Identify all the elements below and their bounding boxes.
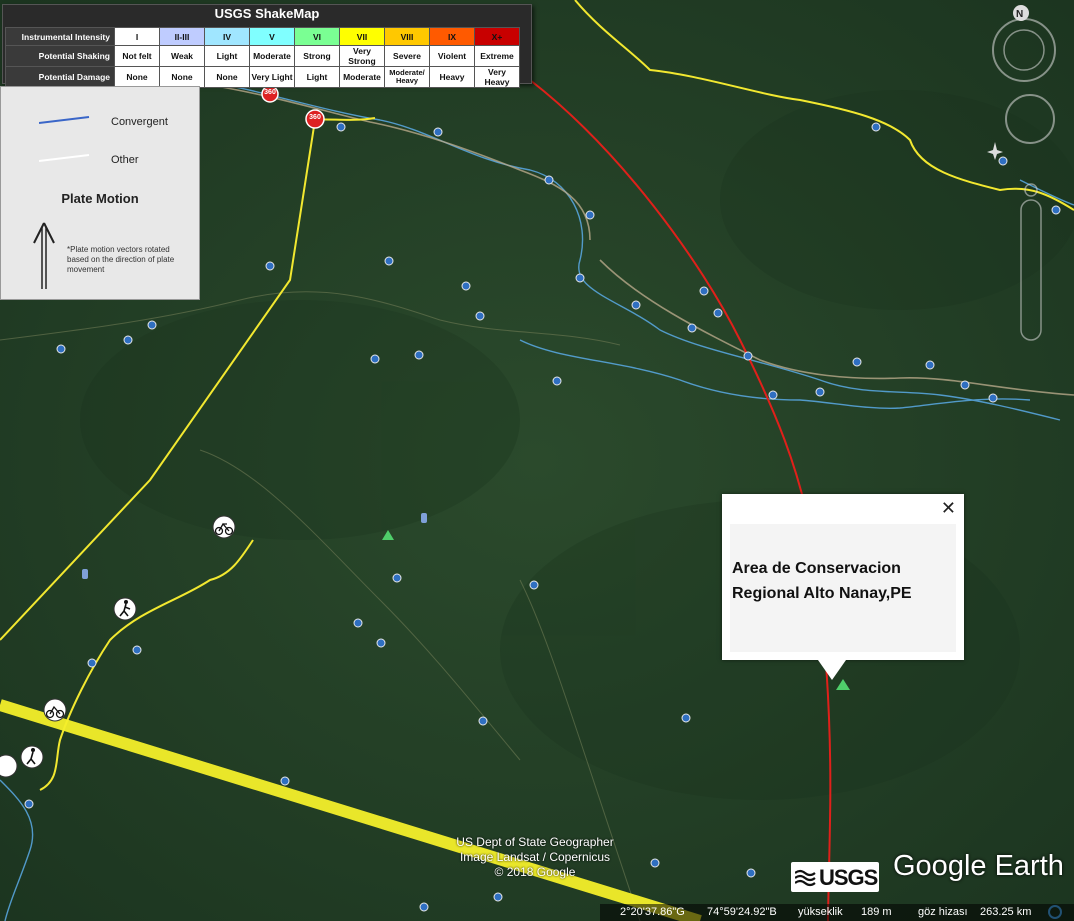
shaking-cell: Not felt: [114, 45, 160, 67]
status-bar: 2°20'37.86"G 74°59'24.92"B yükseklik 189…: [600, 904, 1074, 921]
place-info-popup: ✕ Area de Conservacion Regional Alto Nan…: [722, 494, 964, 680]
damage-cell: None: [159, 66, 205, 88]
other-label: Other: [111, 154, 139, 166]
bike-icon: [0, 754, 18, 778]
damage-cell: Moderate/ Heavy: [384, 66, 430, 88]
shakemap-legend: USGS ShakeMap Instrumental Intensity I I…: [2, 4, 532, 88]
bike-icon: [212, 515, 236, 539]
elevation-readout: 189 m: [861, 906, 892, 918]
damage-cell: Very Heavy: [474, 66, 520, 88]
intensity-cell: I: [114, 27, 160, 46]
popup-place-name: Area de Conservacion Regional Alto Nanay…: [732, 556, 958, 606]
convergent-line-swatch: [39, 116, 90, 124]
shaking-cell: Strong: [294, 45, 340, 67]
close-icon[interactable]: ✕: [941, 498, 956, 519]
row-label: Instrumental Intensity: [5, 27, 115, 46]
other-line-swatch: [39, 154, 90, 162]
usgs-logo: USGS: [791, 862, 879, 892]
shaking-cell: Moderate: [249, 45, 295, 67]
popup-pointer: [818, 660, 846, 680]
damage-cell: Moderate: [339, 66, 385, 88]
usgs-logo-text: USGS: [819, 865, 878, 890]
north-label: N: [1016, 9, 1023, 20]
road-shield-label: 360: [309, 114, 321, 121]
shaking-cell: Severe: [384, 45, 430, 67]
damage-cell: Very Light: [249, 66, 295, 88]
attribution-line-2: Image Landsat / Copernicus: [459, 850, 611, 864]
intensity-cell: VIII: [384, 27, 430, 46]
eye-altitude-readout: 263.25 km: [980, 906, 1032, 918]
latitude-readout: 2°20'37.86"G: [620, 906, 685, 918]
plate-motion-note: *Plate motion vectors rotated based on t…: [67, 245, 175, 274]
intensity-row: Instrumental Intensity I II-III IV V VI …: [5, 27, 520, 46]
popup-line-1: Area de Conservacion: [732, 560, 901, 577]
row-label: Potential Shaking: [5, 45, 115, 67]
popup-line-2: Regional Alto Nanay,PE: [732, 585, 912, 602]
damage-cell: Light: [294, 66, 340, 88]
shakemap-table: Instrumental Intensity I II-III IV V VI …: [5, 27, 520, 88]
hiker-icon: [20, 745, 44, 769]
shaking-cell: Light: [204, 45, 250, 67]
usgs-wave-icon: [795, 869, 816, 887]
row-label: Potential Damage: [5, 66, 115, 88]
shaking-cell: Violent: [429, 45, 475, 67]
damage-row: Potential Damage None None None Very Lig…: [5, 66, 520, 88]
plate-legend: Convergent Other Plate Motion *Plate mot…: [0, 86, 200, 300]
road-shield-label: 360: [264, 89, 276, 96]
hiker-icon: [113, 597, 137, 621]
damage-cell: Heavy: [429, 66, 475, 88]
attribution-line-1: US Dept of State Geographer: [456, 835, 614, 849]
bike-icon: [43, 698, 67, 722]
longitude-readout: 74°59'24.92"B: [707, 906, 777, 918]
shaking-cell: Extreme: [474, 45, 520, 67]
intensity-cell: X+: [474, 27, 520, 46]
intensity-cell: V: [249, 27, 295, 46]
plate-motion-arrow-icon: [33, 222, 55, 289]
intensity-cell: II-III: [159, 27, 205, 46]
intensity-cell: IV: [204, 27, 250, 46]
intensity-cell: VII: [339, 27, 385, 46]
intensity-cell: VI: [294, 27, 340, 46]
shaking-cell: Very Strong: [339, 45, 385, 67]
google-earth-logo: Google Earth: [893, 850, 1064, 882]
shakemap-title: USGS ShakeMap: [214, 6, 320, 21]
intensity-cell: IX: [429, 27, 475, 46]
elevation-label: yükseklik: [798, 906, 843, 918]
damage-cell: None: [114, 66, 160, 88]
plate-motion-title: Plate Motion: [61, 191, 139, 206]
convergent-label: Convergent: [111, 116, 168, 128]
attribution-line-3: © 2018 Google: [494, 865, 576, 879]
shaking-cell: Weak: [159, 45, 205, 67]
damage-cell: None: [204, 66, 250, 88]
shaking-row: Potential Shaking Not felt Weak Light Mo…: [5, 45, 520, 67]
eye-altitude-label: göz hizası: [918, 906, 968, 918]
map-attribution: US Dept of State Geographer Image Landsa…: [420, 835, 650, 880]
